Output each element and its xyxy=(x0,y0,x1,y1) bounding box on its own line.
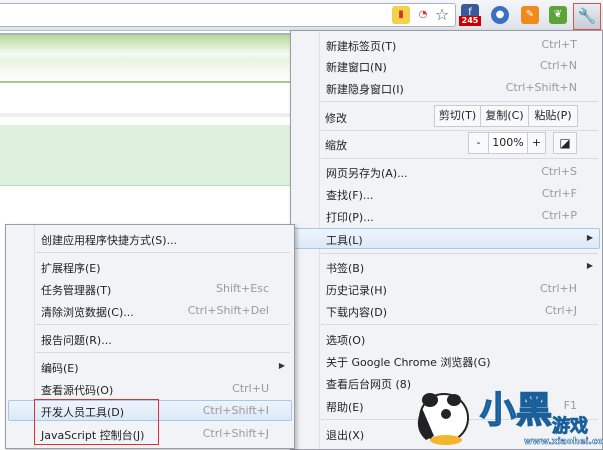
menu-item-downloads[interactable]: 下载内容(D) Ctrl+J xyxy=(293,300,600,321)
menu-separator xyxy=(321,130,598,131)
menu-item-view-source[interactable]: 查看源代码(O) Ctrl+U xyxy=(8,378,292,399)
submenu-arrow-icon: ▶ xyxy=(278,361,285,370)
menu-item-shortcut: Ctrl+H xyxy=(539,282,577,295)
menu-item-history[interactable]: 历史记录(H) Ctrl+H xyxy=(293,278,600,299)
page-divider xyxy=(0,113,290,117)
page-content-band xyxy=(0,125,290,186)
menu-item-shortcut: Ctrl+U xyxy=(232,382,269,395)
menu-item-incognito[interactable]: 新建隐身窗口(I) Ctrl+Shift+N xyxy=(293,77,600,98)
menu-item-bookmarks[interactable]: 书签(B) ▶ xyxy=(293,256,600,277)
svg-text:www.xiaohei.com: www.xiaohei.com xyxy=(524,437,603,445)
menu-item-report[interactable]: 报告问题(R)... xyxy=(8,328,292,349)
menu-item-label: 查看源代码(O) xyxy=(41,384,114,397)
extension-icon[interactable]: ● xyxy=(491,6,509,24)
menu-item-label: 新建标签页(T) xyxy=(326,40,397,53)
menu-item-label: 工具(L) xyxy=(326,234,363,247)
menu-item-label: 书签(B) xyxy=(326,262,365,275)
zoom-level: 100% xyxy=(488,132,528,154)
evernote-icon[interactable]: ❦ xyxy=(549,6,567,24)
fullscreen-button[interactable]: ◪ xyxy=(553,132,577,154)
menu-item-label: 选项(O) xyxy=(326,334,366,347)
wrench-menu-button[interactable]: 🔧 xyxy=(573,3,601,30)
rss-icon[interactable]: ✎ xyxy=(521,6,539,24)
wrench-icon: 🔧 xyxy=(577,7,597,25)
menu-item-shortcut: Ctrl+Shift+J xyxy=(202,427,269,440)
menu-item-label: 创建应用程序快捷方式(S)... xyxy=(41,234,178,247)
menu-item-shortcut: Ctrl+Shift+Del xyxy=(187,304,269,317)
facebook-extension-icon[interactable]: f 245 xyxy=(459,4,481,26)
menu-item-label: 修改 xyxy=(325,112,347,125)
menu-item-shortcut: Ctrl+P xyxy=(541,209,577,222)
menu-item-label: 网页另存为(A)... xyxy=(326,167,408,180)
zoom-in-button[interactable]: + xyxy=(527,132,546,154)
menu-item-shortcut: Ctrl+S xyxy=(541,165,577,178)
menu-item-about[interactable]: 关于 Google Chrome 浏览器(G) xyxy=(293,350,600,371)
menu-item-label: 新建隐身窗口(I) xyxy=(326,83,404,96)
xiaohei-watermark-logo: 小黑 游戏 www.xiaohei.com xyxy=(417,389,603,445)
submenu-arrow-icon: ▶ xyxy=(586,233,593,242)
menu-separator xyxy=(36,324,290,325)
menu-item-label: 下载内容(D) xyxy=(326,306,388,319)
menu-item-label: 退出(X) xyxy=(326,429,365,442)
menu-item-label: 缩放 xyxy=(325,139,347,152)
cut-button[interactable]: 剪切(T) xyxy=(434,105,481,127)
menu-item-label: 历史记录(H) xyxy=(326,284,387,297)
menu-separator xyxy=(36,352,290,353)
copy-button[interactable]: 复制(C) xyxy=(480,105,529,127)
page-action-icon[interactable]: ◔ xyxy=(414,6,432,24)
menu-item-shortcut: Ctrl+F xyxy=(541,187,577,200)
menu-separator xyxy=(321,253,598,254)
menu-item-zoom: 缩放 -100% + ◪ xyxy=(293,132,600,156)
menu-item-label: 编码(E) xyxy=(41,362,79,375)
menu-separator xyxy=(36,252,290,253)
menu-item-shortcut: Shift+Esc xyxy=(216,282,269,295)
menu-item-label: 帮助(E) xyxy=(326,401,364,414)
menu-item-tools[interactable]: 工具(L) ▶ xyxy=(293,228,600,249)
menu-separator xyxy=(321,158,598,159)
menu-item-shortcut: Ctrl+T xyxy=(541,38,577,51)
menu-item-label: 清除浏览数据(C)... xyxy=(41,306,134,319)
menu-item-shortcut: Ctrl+Shift+N xyxy=(505,81,577,94)
menu-item-label: 查找(F)... xyxy=(326,189,374,202)
menu-item-clear-data[interactable]: 清除浏览数据(C)... Ctrl+Shift+Del xyxy=(8,300,292,321)
menu-item-label: 报告问题(R)... xyxy=(41,334,112,347)
menu-item-label: 新建窗口(N) xyxy=(326,61,387,74)
menu-item-label: 查看后台网页 (8) xyxy=(326,378,412,391)
menu-item-new-window[interactable]: 新建窗口(N) Ctrl+N xyxy=(293,55,600,76)
notification-badge: 245 xyxy=(459,16,481,26)
menu-item-shortcut: Ctrl+N xyxy=(539,59,577,72)
menu-item-task-manager[interactable]: 任务管理器(T) Shift+Esc xyxy=(8,278,292,299)
submenu-arrow-icon: ▶ xyxy=(586,261,593,270)
menu-item-options[interactable]: 选项(O) xyxy=(293,328,600,349)
menu-item-extensions[interactable]: 扩展程序(E) xyxy=(8,256,292,277)
menu-separator xyxy=(321,101,598,102)
menu-item-label: 打印(P)... xyxy=(326,211,374,224)
annotation-highlight-box xyxy=(34,399,159,445)
menu-item-print[interactable]: 打印(P)... Ctrl+P xyxy=(293,205,600,226)
menu-item-shortcut: Ctrl+J xyxy=(544,304,577,317)
menu-item-shortcut: Ctrl+Shift+I xyxy=(202,404,269,417)
bookmark-flag-icon[interactable]: ▮ xyxy=(392,6,410,24)
menu-item-encoding[interactable]: 编码(E) ▶ xyxy=(8,356,292,377)
menu-item-save-as[interactable]: 网页另存为(A)... Ctrl+S xyxy=(293,161,600,182)
menu-item-find[interactable]: 查找(F)... Ctrl+F xyxy=(293,183,600,204)
menu-item-new-tab[interactable]: 新建标签页(T) Ctrl+T xyxy=(293,34,600,55)
address-bar[interactable] xyxy=(0,3,456,27)
menu-separator xyxy=(321,324,598,325)
browser-toolbar: ▮ ◔ ☆ f 245 ● ✎ ❦ 🔧 xyxy=(0,0,603,31)
svg-text:小黑: 小黑 xyxy=(480,390,552,431)
page-header-band xyxy=(0,33,290,83)
svg-text:游戏: 游戏 xyxy=(552,415,588,437)
zoom-out-button[interactable]: - xyxy=(468,132,489,154)
menu-item-label: 关于 Google Chrome 浏览器(G) xyxy=(326,356,491,369)
star-icon[interactable]: ☆ xyxy=(433,6,451,24)
menu-item-label: 任务管理器(T) xyxy=(41,284,112,297)
menu-item-create-shortcut[interactable]: 创建应用程序快捷方式(S)... xyxy=(8,228,292,249)
menu-item-edit: 修改 剪切(T) 复制(C) 粘贴(P) xyxy=(293,105,600,129)
paste-button[interactable]: 粘贴(P) xyxy=(528,105,578,127)
menu-item-label: 扩展程序(E) xyxy=(41,262,101,275)
